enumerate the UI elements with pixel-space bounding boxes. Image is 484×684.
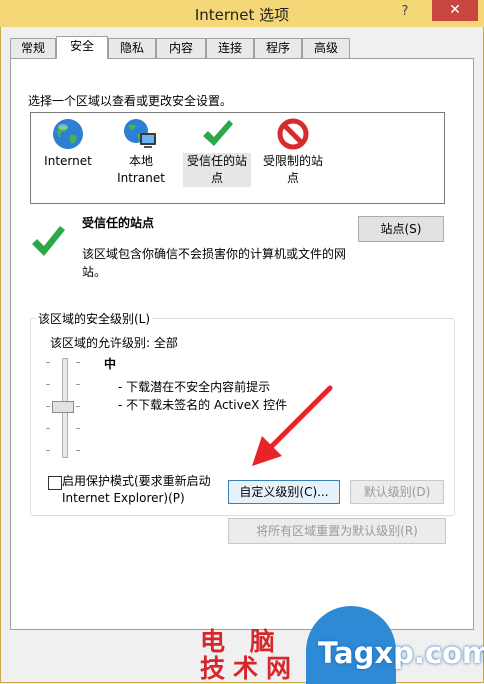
- watermark-cn: 电 脑 技术网: [200, 628, 299, 682]
- internet-options-dialog: { "window": { "title": "Internet 选项", "h…: [0, 0, 484, 684]
- watermark-en: Tagxp.com: [318, 636, 484, 670]
- annotation-arrow: [252, 385, 333, 466]
- watermark-cn-line2: 技术网: [200, 654, 300, 683]
- watermark-cn-line1: 电 脑: [200, 627, 283, 656]
- tab-security[interactable]: 安全: [56, 36, 108, 59]
